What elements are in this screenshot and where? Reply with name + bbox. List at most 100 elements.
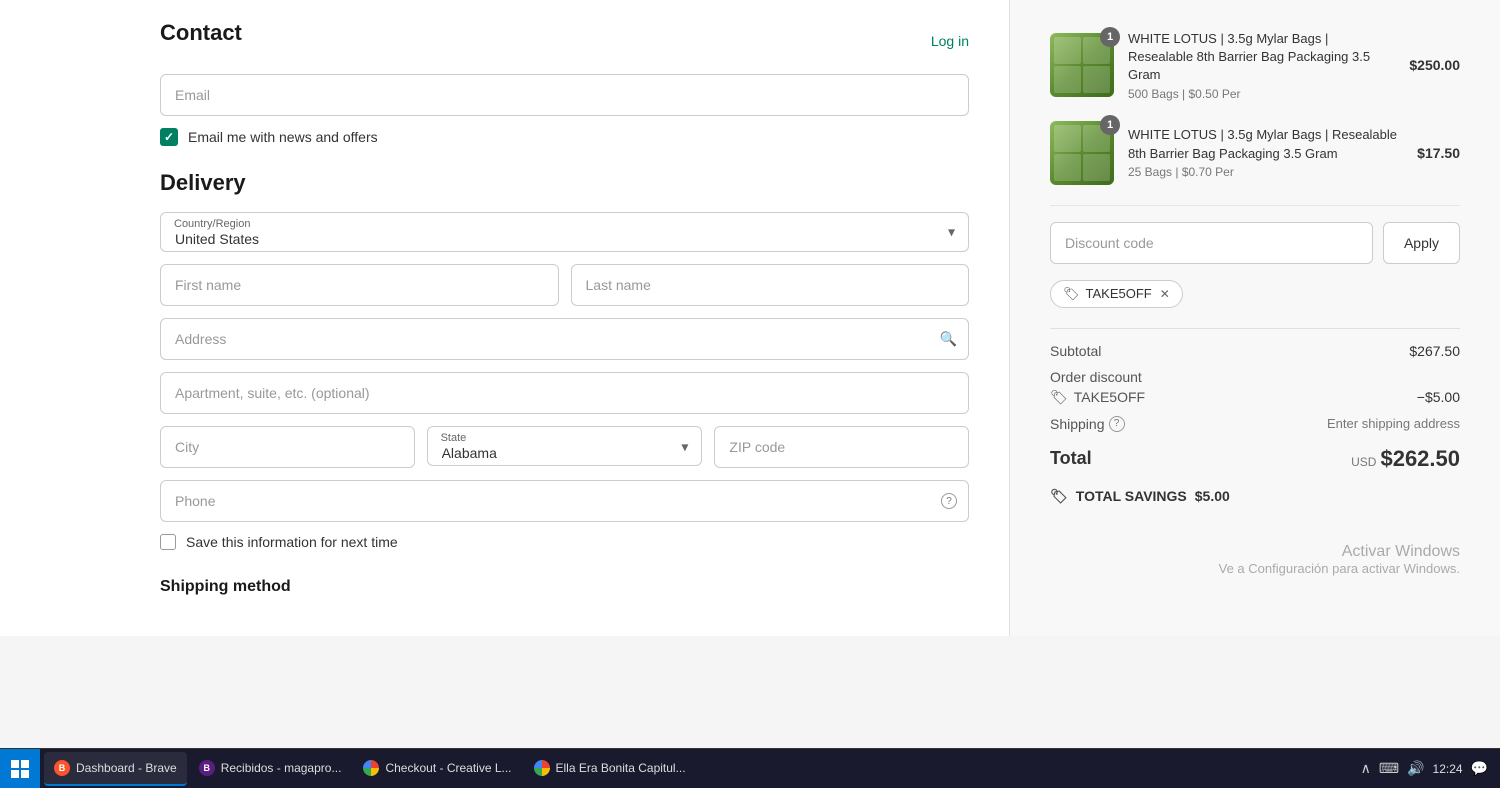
- first-name-group: [160, 264, 559, 306]
- order-discount-label: Order discount: [1050, 369, 1142, 385]
- city-input[interactable]: [160, 426, 415, 468]
- brave-icon-2: B: [199, 760, 215, 776]
- subtotal-label: Subtotal: [1050, 343, 1101, 359]
- email-group: [160, 74, 969, 116]
- coupon-remove-icon[interactable]: ✕: [1160, 287, 1170, 301]
- phone-help-icon[interactable]: ?: [941, 493, 957, 509]
- tag-icon: 🏷: [1063, 286, 1080, 302]
- item-1-price: $250.00: [1409, 57, 1460, 73]
- order-item-2: 1 WHITE LOTUS | 3.5g Mylar Bags | Reseal…: [1050, 121, 1460, 185]
- savings-value: $5.00: [1195, 488, 1230, 504]
- discount-input[interactable]: [1050, 222, 1373, 264]
- coupon-tag[interactable]: 🏷 TAKE5OFF ✕: [1050, 280, 1183, 308]
- up-arrow-icon[interactable]: ∧: [1361, 760, 1371, 777]
- save-row: Save this information for next time: [160, 534, 969, 550]
- activate-windows-notice: Activar Windows Ve a Configuración para …: [1219, 543, 1460, 576]
- state-group: State Alabama ▾: [427, 426, 703, 468]
- discount-row: Apply: [1050, 222, 1460, 264]
- order-discount-row: Order discount: [1050, 369, 1460, 385]
- taskbar-item-ella[interactable]: Ella Era Bonita Capitul...: [524, 752, 696, 786]
- taskbar-item-checkout[interactable]: Checkout - Creative L...: [353, 752, 521, 786]
- item-1-variant: 500 Bags | $0.50 Per: [1128, 87, 1395, 101]
- newsletter-label: Email me with news and offers: [188, 129, 378, 145]
- email-input[interactable]: [160, 74, 969, 116]
- order-item-1: 1 WHITE LOTUS | 3.5g Mylar Bags | Reseal…: [1050, 30, 1460, 101]
- taskbar-item-recibidos[interactable]: B Recibidos - magapro...: [189, 752, 352, 786]
- total-price: $262.50: [1380, 446, 1460, 472]
- savings-row: 🏷 TOTAL SAVINGS $5.00: [1050, 488, 1460, 505]
- taskbar-items: B Dashboard - Brave B Recibidos - magapr…: [40, 752, 1361, 786]
- notification-icon[interactable]: 💬: [1471, 760, 1488, 777]
- newsletter-checkbox[interactable]: [160, 128, 178, 146]
- contact-title: Contact: [160, 20, 242, 46]
- speaker-icon[interactable]: 🔊: [1407, 760, 1424, 777]
- savings-label: TOTAL SAVINGS: [1076, 488, 1187, 504]
- state-select[interactable]: Alabama: [427, 426, 703, 466]
- taskbar-item-dashboard-label: Dashboard - Brave: [76, 761, 177, 775]
- discount-tag-icon: 🏷: [1050, 389, 1068, 406]
- chrome-icon-2: [534, 760, 550, 776]
- shipping-label: Shipping: [1050, 416, 1105, 432]
- zip-group: [714, 426, 969, 468]
- item-1-details: WHITE LOTUS | 3.5g Mylar Bags | Resealab…: [1128, 30, 1395, 101]
- last-name-group: [571, 264, 970, 306]
- total-label: Total: [1050, 448, 1092, 469]
- first-name-input[interactable]: [160, 264, 559, 306]
- save-checkbox[interactable]: [160, 534, 176, 550]
- last-name-input[interactable]: [571, 264, 970, 306]
- currency-label: USD: [1351, 455, 1376, 469]
- taskbar-item-recibidos-label: Recibidos - magapro...: [221, 761, 342, 775]
- phone-group: ?: [160, 480, 969, 522]
- item-2-name: WHITE LOTUS | 3.5g Mylar Bags | Resealab…: [1128, 126, 1403, 162]
- phone-input[interactable]: [160, 480, 969, 522]
- start-button[interactable]: [0, 749, 40, 788]
- taskbar: B Dashboard - Brave B Recibidos - magapr…: [0, 748, 1500, 788]
- login-link[interactable]: Log in: [931, 33, 969, 49]
- item-2-image-wrap: 1: [1050, 121, 1114, 185]
- country-group: Country/Region United States ▾: [160, 212, 969, 252]
- savings-tag-icon: 🏷: [1050, 488, 1068, 505]
- activate-subtitle: Ve a Configuración para activar Windows.: [1219, 561, 1460, 576]
- shipping-value: Enter shipping address: [1327, 416, 1460, 431]
- discount-amount: −$5.00: [1417, 389, 1460, 405]
- taskbar-right: ∧ ⌨ 🔊 12:24 💬: [1361, 760, 1500, 777]
- discount-code-value-label: TAKE5OFF: [1074, 389, 1145, 405]
- chrome-icon-1: [363, 760, 379, 776]
- subtotal-value: $267.50: [1409, 343, 1460, 359]
- newsletter-row: Email me with news and offers: [160, 128, 969, 146]
- coupon-code-label: TAKE5OFF: [1086, 286, 1152, 301]
- zip-input[interactable]: [714, 426, 969, 468]
- shipping-info-icon[interactable]: ?: [1109, 416, 1125, 432]
- brave-icon-1: B: [54, 760, 70, 776]
- discount-code-row: 🏷 TAKE5OFF −$5.00: [1050, 389, 1460, 406]
- delivery-title: Delivery: [160, 170, 969, 196]
- country-select[interactable]: United States: [160, 212, 969, 252]
- address-input[interactable]: [160, 318, 969, 360]
- taskbar-time: 12:24: [1433, 762, 1463, 776]
- apply-button[interactable]: Apply: [1383, 222, 1460, 264]
- item-2-details: WHITE LOTUS | 3.5g Mylar Bags | Resealab…: [1128, 126, 1403, 178]
- taskbar-item-checkout-label: Checkout - Creative L...: [385, 761, 511, 775]
- totals-section: Subtotal $267.50 Order discount 🏷 TAKE5O…: [1050, 328, 1460, 505]
- item-1-badge: 1: [1100, 27, 1120, 47]
- shipping-row: Shipping ? Enter shipping address: [1050, 416, 1460, 432]
- item-2-variant: 25 Bags | $0.70 Per: [1128, 165, 1403, 179]
- item-2-badge: 1: [1100, 115, 1120, 135]
- taskbar-item-ella-label: Ella Era Bonita Capitul...: [556, 761, 686, 775]
- apt-group: [160, 372, 969, 414]
- keyboard-icon[interactable]: ⌨: [1379, 760, 1399, 777]
- taskbar-item-dashboard[interactable]: B Dashboard - Brave: [44, 752, 187, 786]
- item-1-name: WHITE LOTUS | 3.5g Mylar Bags | Resealab…: [1128, 30, 1395, 85]
- items-divider: [1050, 205, 1460, 206]
- search-icon: 🔍: [940, 331, 957, 348]
- city-group: [160, 426, 415, 468]
- total-value-group: USD $262.50: [1351, 446, 1460, 472]
- subtotal-row: Subtotal $267.50: [1050, 343, 1460, 359]
- apt-input[interactable]: [160, 372, 969, 414]
- save-label: Save this information for next time: [186, 534, 398, 550]
- address-group: 🔍: [160, 318, 969, 360]
- item-2-price: $17.50: [1417, 145, 1460, 161]
- activate-title: Activar Windows: [1219, 543, 1460, 561]
- total-big-row: Total USD $262.50: [1050, 446, 1460, 472]
- item-1-image-wrap: 1: [1050, 33, 1114, 97]
